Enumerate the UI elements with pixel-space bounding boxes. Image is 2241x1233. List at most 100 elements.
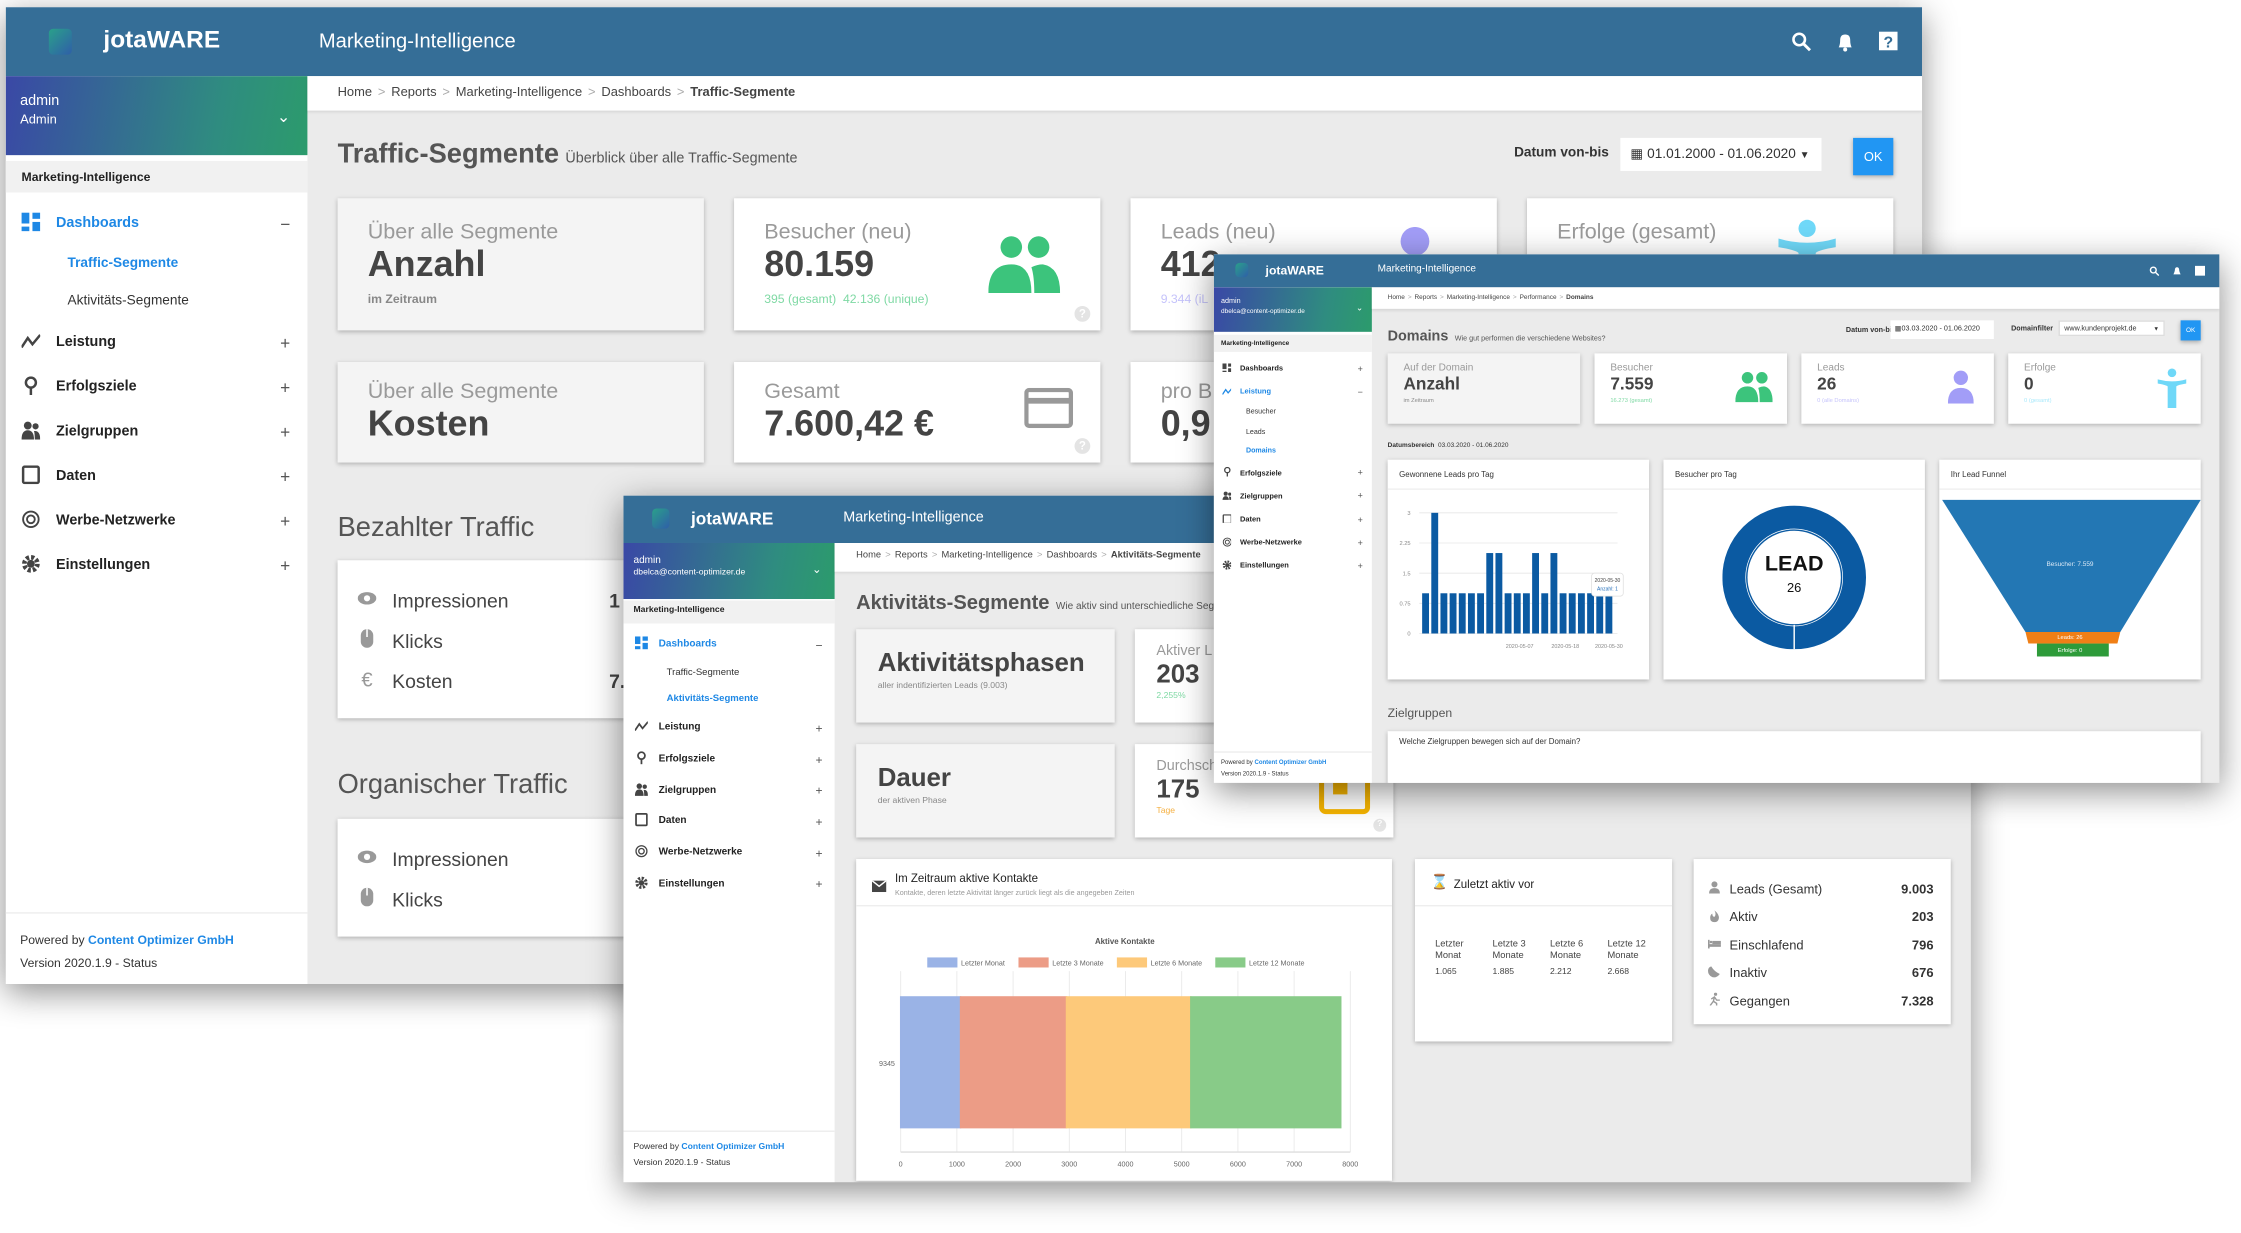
expand-icon[interactable]: + xyxy=(280,333,290,353)
company-link[interactable]: Content Optimizer GmbH xyxy=(88,932,234,946)
expand-icon[interactable]: + xyxy=(1358,492,1363,502)
expand-icon[interactable]: + xyxy=(280,377,290,397)
sidebar-item-leistung[interactable]: Leistung − xyxy=(1214,381,1372,404)
expand-icon[interactable]: + xyxy=(816,846,823,860)
sidebar-subitem-domains[interactable]: Domains xyxy=(1214,443,1372,462)
sidebar-item-werbe-netzwerke[interactable]: Werbe-Netzwerke + xyxy=(623,837,834,868)
bar[interactable] xyxy=(1504,593,1512,634)
sidebar-item-zielgruppen[interactable]: Zielgruppen + xyxy=(1214,485,1372,508)
search-icon[interactable] xyxy=(1791,32,1812,52)
bar[interactable] xyxy=(1522,593,1530,634)
breadcrumb-item[interactable]: Reports xyxy=(391,85,436,99)
expand-icon[interactable]: + xyxy=(280,511,290,531)
sidebar-item-dashboards[interactable]: Dashboards − xyxy=(623,629,834,660)
sidebar-item-erfolgsziele[interactable]: Erfolgsziele + xyxy=(6,365,308,410)
help-icon[interactable] xyxy=(2194,265,2206,276)
search-icon[interactable] xyxy=(2149,266,2160,276)
user-panel[interactable]: admin Admin ⌄ xyxy=(5,76,308,156)
breadcrumb-item[interactable]: Marketing-Intelligence xyxy=(941,550,1032,560)
stacked-bar-segment[interactable] xyxy=(1065,996,1192,1129)
breadcrumb-item[interactable]: Performance xyxy=(1520,293,1557,300)
bell-icon[interactable] xyxy=(2172,266,2182,276)
bar[interactable] xyxy=(1596,593,1604,634)
bar[interactable] xyxy=(1449,593,1457,634)
collapse-icon[interactable]: − xyxy=(1358,387,1363,397)
sidebar-item-einstellungen[interactable]: Einstellungen + xyxy=(623,868,834,899)
breadcrumb-item[interactable]: Reports xyxy=(895,550,928,560)
breadcrumb-item[interactable]: Home xyxy=(856,550,881,560)
breadcrumb-item[interactable]: Marketing-Intelligence xyxy=(456,85,582,99)
stacked-bar-segment[interactable] xyxy=(1190,996,1342,1129)
bar[interactable] xyxy=(1605,593,1613,634)
breadcrumb-item[interactable]: Home xyxy=(1388,293,1405,300)
date-range-picker[interactable]: ▦ 01.01.2000 - 01.06.2020 ▼ xyxy=(1620,137,1822,171)
help-icon[interactable]: ? xyxy=(1074,438,1091,454)
expand-icon[interactable]: + xyxy=(280,555,290,575)
sidebar-subitem-aktivit-ts-segmente[interactable]: Aktivitäts-Segmente xyxy=(6,283,308,320)
bell-icon[interactable] xyxy=(1836,32,1855,52)
sidebar-item-daten[interactable]: Daten + xyxy=(623,806,834,837)
sidebar-item-daten[interactable]: Daten + xyxy=(6,454,308,499)
sidebar-subitem-traffic-segmente[interactable]: Traffic-Segmente xyxy=(6,246,308,283)
bar[interactable] xyxy=(1431,512,1439,634)
bar[interactable] xyxy=(1568,593,1576,634)
bar[interactable] xyxy=(1513,593,1521,634)
date-range-picker[interactable]: ▦03.03.2020 - 01.06.2020 xyxy=(1890,320,1994,340)
ok-button[interactable]: OK xyxy=(2180,320,2201,341)
sidebar-item-zielgruppen[interactable]: Zielgruppen + xyxy=(6,409,308,454)
sidebar-item-einstellungen[interactable]: Einstellungen + xyxy=(6,543,308,588)
help-icon[interactable]: ? xyxy=(1373,818,1387,832)
sidebar-item-leistung[interactable]: Leistung + xyxy=(6,320,308,365)
expand-icon[interactable]: + xyxy=(816,814,823,828)
user-panel[interactable]: admin dbelca@content-optimizer.de ⌄ xyxy=(623,542,835,600)
chevron-down-icon[interactable]: ⌄ xyxy=(1356,303,1363,314)
expand-icon[interactable]: + xyxy=(1358,364,1363,374)
breadcrumb-item[interactable]: Marketing-Intelligence xyxy=(1447,293,1510,300)
sidebar-item-einstellungen[interactable]: Einstellungen + xyxy=(1214,555,1372,578)
bar[interactable] xyxy=(1458,593,1466,634)
bar[interactable] xyxy=(1440,593,1448,634)
expand-icon[interactable]: + xyxy=(1358,469,1363,479)
expand-icon[interactable]: + xyxy=(816,752,823,766)
breadcrumb-item[interactable]: Dashboards xyxy=(601,85,671,99)
breadcrumb-item[interactable]: Reports xyxy=(1415,293,1438,300)
bar[interactable] xyxy=(1550,553,1558,634)
bar[interactable] xyxy=(1477,593,1485,634)
expand-icon[interactable]: + xyxy=(1358,538,1363,548)
sidebar-subitem-leads[interactable]: Leads xyxy=(1214,423,1372,442)
bar[interactable] xyxy=(1486,553,1494,634)
expand-icon[interactable]: + xyxy=(1358,515,1363,525)
bar[interactable] xyxy=(1422,593,1430,634)
collapse-icon[interactable]: − xyxy=(816,638,823,652)
user-panel[interactable]: admin dbelca@content-optimizer.de ⌄ xyxy=(1213,287,1372,332)
sidebar-item-erfolgsziele[interactable]: Erfolgsziele + xyxy=(1214,462,1372,485)
sidebar-subitem-traffic-segmente[interactable]: Traffic-Segmente xyxy=(623,660,834,686)
bar[interactable] xyxy=(1532,553,1540,634)
expand-icon[interactable]: + xyxy=(816,877,823,891)
breadcrumb-item[interactable]: Dashboards xyxy=(1047,550,1097,560)
stacked-bar-segment[interactable] xyxy=(899,996,962,1129)
bar[interactable] xyxy=(1577,593,1585,634)
sidebar-item-erfolgsziele[interactable]: Erfolgsziele + xyxy=(623,744,834,775)
sidebar-item-dashboards[interactable]: Dashboards − xyxy=(6,201,308,246)
company-link[interactable]: Content Optimizer GmbH xyxy=(1254,758,1326,765)
collapse-icon[interactable]: − xyxy=(280,213,290,233)
bar[interactable] xyxy=(1495,553,1503,634)
expand-icon[interactable]: + xyxy=(280,466,290,486)
breadcrumb-item[interactable]: Home xyxy=(338,85,372,99)
sidebar-item-zielgruppen[interactable]: Zielgruppen + xyxy=(623,775,834,806)
sidebar-subitem-besucher[interactable]: Besucher xyxy=(1214,404,1372,423)
expand-icon[interactable]: + xyxy=(816,783,823,797)
stacked-bar-segment[interactable] xyxy=(959,996,1068,1129)
domain-filter-select[interactable]: www.kundenprojekt.de ▼ xyxy=(2058,320,2165,337)
sidebar-subitem-aktivit-ts-segmente[interactable]: Aktivitäts-Segmente xyxy=(623,686,834,712)
expand-icon[interactable]: + xyxy=(280,422,290,442)
chevron-down-icon[interactable]: ⌄ xyxy=(277,108,290,126)
bar[interactable] xyxy=(1559,593,1567,634)
ok-button[interactable]: OK xyxy=(1853,137,1894,176)
help-icon[interactable]: ? xyxy=(1878,31,1898,52)
sidebar-item-leistung[interactable]: Leistung + xyxy=(623,713,834,744)
bar[interactable] xyxy=(1541,593,1549,634)
sidebar-item-werbe-netzwerke[interactable]: Werbe-Netzwerke + xyxy=(1214,532,1372,555)
chevron-down-icon[interactable]: ⌄ xyxy=(812,563,822,576)
